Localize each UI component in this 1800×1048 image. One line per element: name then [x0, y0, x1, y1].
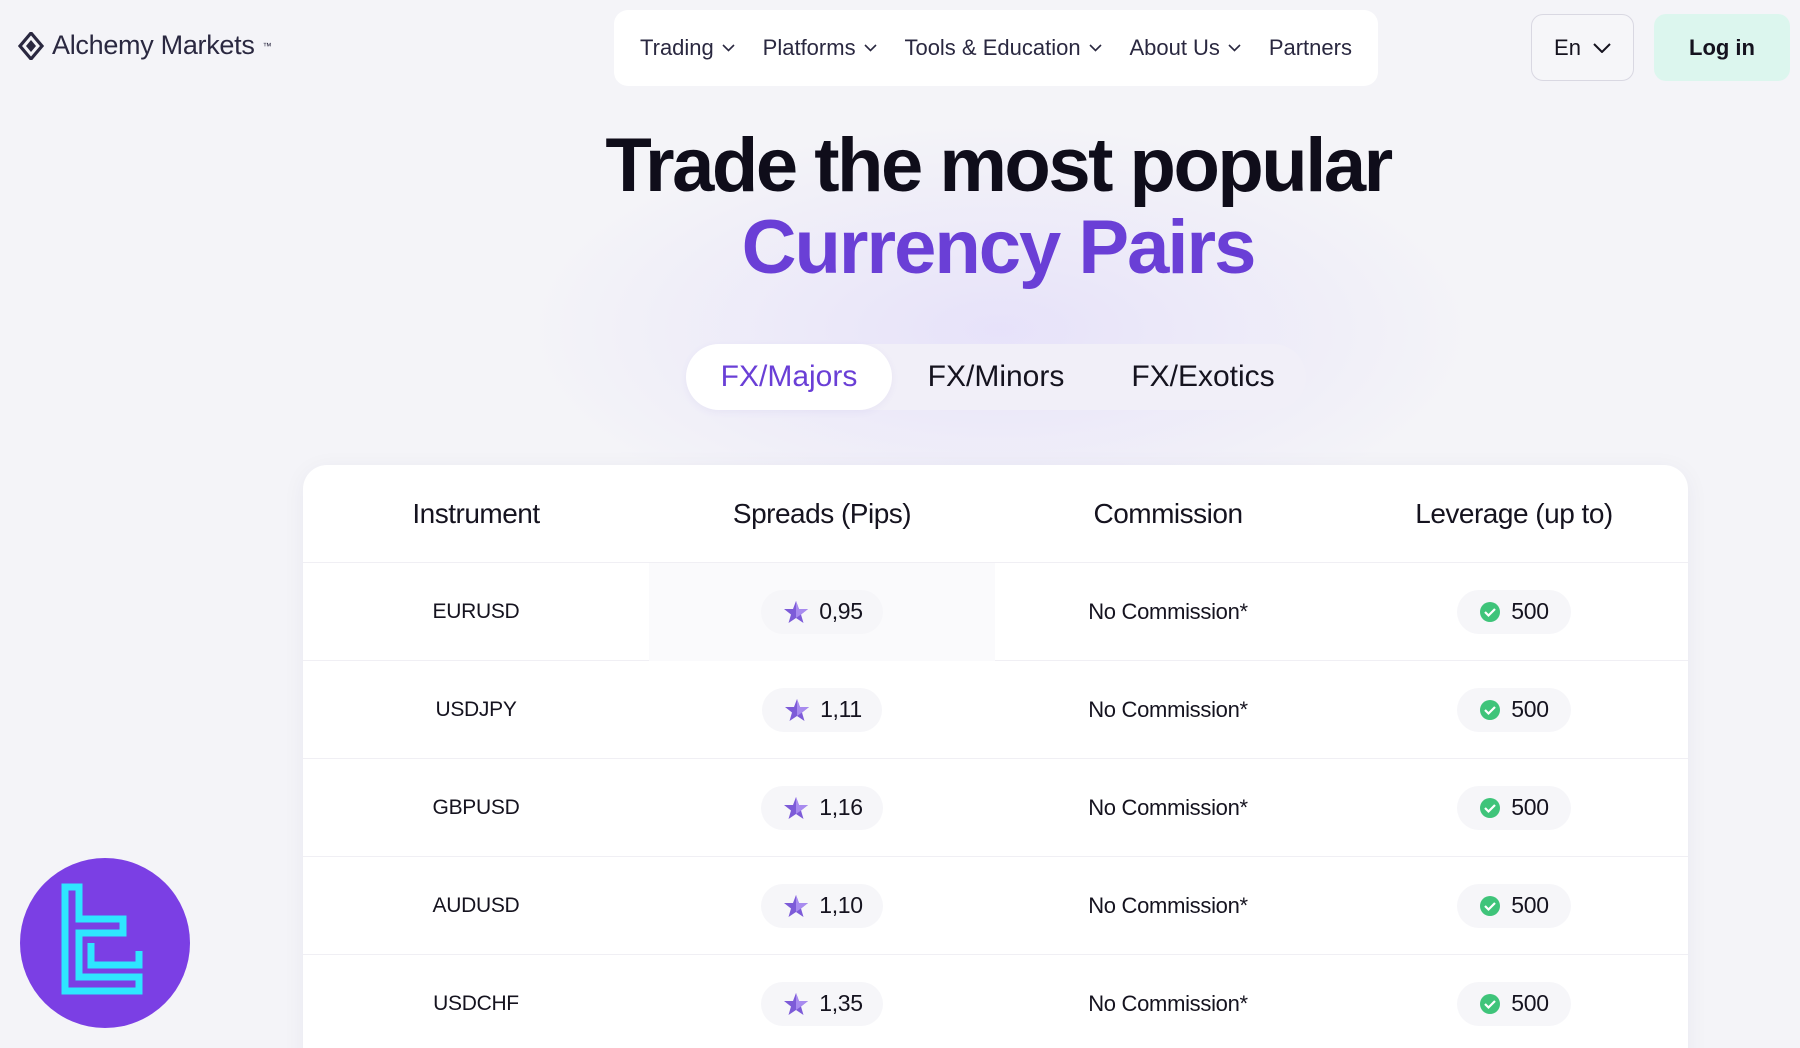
tab-fx-minors[interactable]: FX/Minors — [892, 344, 1100, 410]
tc-watermark-badge — [20, 858, 190, 1028]
star-icon — [784, 894, 809, 917]
table-header: Instrument Spreads (Pips) Commission Lev… — [303, 465, 1688, 563]
nav-item-label: Platforms — [762, 35, 856, 60]
nav-item-partners[interactable]: Partners — [1269, 35, 1352, 61]
commission-cell: No Commission* — [1088, 892, 1248, 918]
spread-cell: 1,16 — [649, 785, 995, 830]
spread-pill: 1,35 — [761, 981, 883, 1026]
market-tabs: FX/Majors FX/Minors FX/Exotics — [686, 344, 1306, 410]
leverage-pill: 500 — [1457, 883, 1571, 928]
table-row: USDJPY 1,11 No Commission* 500 — [303, 661, 1688, 759]
check-badge-icon — [1480, 993, 1501, 1014]
chevron-down-icon — [1228, 44, 1241, 52]
commission-cell: No Commission* — [1088, 598, 1248, 624]
commission-cell: No Commission* — [1088, 794, 1248, 820]
brand-name: Alchemy Markets — [52, 30, 255, 60]
commission-cell: No Commission* — [1088, 696, 1248, 722]
chevron-down-icon — [722, 44, 735, 52]
leverage-value: 500 — [1511, 696, 1549, 722]
leverage-cell: 500 — [1341, 687, 1687, 732]
brand-trademark: ™ — [262, 40, 272, 51]
star-icon — [784, 600, 809, 623]
spread-pill: 0,95 — [761, 589, 883, 634]
leverage-pill: 500 — [1457, 589, 1571, 634]
table-row: GBPUSD 1,16 No Commission* 500 — [303, 759, 1688, 857]
spread-cell: 1,10 — [649, 883, 995, 928]
nav-item-about-us[interactable]: About Us — [1129, 35, 1241, 61]
hero-title: Trade the most popular — [605, 123, 1393, 208]
instrument-cell: USDCHF — [433, 991, 519, 1015]
leverage-value: 500 — [1511, 892, 1549, 918]
spread-pill: 1,11 — [762, 687, 882, 732]
column-header-instrument: Instrument — [412, 497, 540, 529]
leverage-value: 500 — [1511, 990, 1549, 1016]
check-badge-icon — [1480, 895, 1501, 916]
spread-pill: 1,16 — [761, 785, 883, 830]
leverage-pill: 500 — [1457, 687, 1571, 732]
instrument-cell: EURUSD — [432, 599, 520, 623]
nav-item-trading[interactable]: Trading — [640, 35, 735, 61]
commission-cell: No Commission* — [1088, 990, 1248, 1016]
diamond-logo-icon — [18, 31, 44, 60]
column-header-commission: Commission — [1093, 497, 1243, 529]
instrument-cell: USDJPY — [435, 697, 517, 721]
spread-cell: 0,95 — [649, 562, 995, 661]
spread-value: 1,11 — [820, 696, 862, 722]
login-button[interactable]: Log in — [1654, 14, 1790, 81]
leverage-value: 500 — [1511, 794, 1549, 820]
column-header-spreads: Spreads (Pips) — [732, 497, 912, 529]
check-badge-icon — [1480, 797, 1501, 818]
pairs-table: Instrument Spreads (Pips) Commission Lev… — [303, 465, 1688, 1048]
leverage-pill: 500 — [1457, 785, 1571, 830]
leverage-value: 500 — [1511, 598, 1549, 624]
spread-cell: 1,35 — [649, 981, 995, 1026]
leverage-cell: 500 — [1341, 981, 1687, 1026]
nav-item-label: Tools & Education — [904, 35, 1081, 60]
spread-value: 1,10 — [819, 892, 863, 918]
nav-item-platforms[interactable]: Platforms — [763, 35, 877, 61]
language-label: En — [1554, 34, 1581, 60]
nav-item-tools-education[interactable]: Tools & Education — [904, 35, 1102, 61]
tab-fx-exotics[interactable]: FX/Exotics — [1100, 344, 1306, 410]
leverage-cell: 500 — [1341, 785, 1687, 830]
instrument-cell: AUDUSD — [432, 893, 520, 917]
brand-logo[interactable]: Alchemy Markets ™ — [18, 30, 272, 61]
star-icon — [784, 992, 809, 1015]
nav-item-label: Trading — [640, 35, 714, 60]
chevron-down-icon — [864, 44, 877, 52]
nav-item-label: About Us — [1129, 35, 1220, 60]
check-badge-icon — [1480, 699, 1501, 720]
main-nav: Trading Platforms Tools & Education Abou… — [614, 10, 1378, 86]
table-row: AUDUSD 1,10 No Commission* 500 — [303, 857, 1688, 955]
star-icon — [784, 796, 809, 819]
language-selector[interactable]: En — [1531, 14, 1634, 81]
table-row: USDCHF 1,35 No Commission* 500 — [303, 955, 1688, 1048]
nav-item-label: Partners — [1268, 35, 1352, 60]
hero-subtitle: Currency Pairs — [741, 205, 1257, 290]
spread-value: 1,16 — [819, 794, 863, 820]
spread-pill: 1,10 — [761, 883, 883, 928]
instrument-cell: GBPUSD — [432, 795, 520, 819]
spread-value: 1,35 — [819, 990, 863, 1016]
tab-fx-majors[interactable]: FX/Majors — [686, 344, 892, 410]
table-row: EURUSD 0,95 No Commission* 500 — [303, 562, 1688, 661]
spread-cell: 1,11 — [649, 687, 995, 732]
column-header-leverage: Leverage (up to) — [1415, 497, 1613, 529]
chevron-down-icon — [1088, 44, 1102, 52]
leverage-pill: 500 — [1457, 981, 1571, 1026]
check-badge-icon — [1480, 601, 1501, 622]
tc-logo-icon — [61, 883, 143, 995]
leverage-cell: 500 — [1341, 589, 1687, 634]
spread-value: 0,95 — [819, 598, 863, 624]
chevron-down-icon — [1593, 42, 1611, 53]
star-icon — [785, 698, 810, 721]
leverage-cell: 500 — [1341, 883, 1687, 928]
